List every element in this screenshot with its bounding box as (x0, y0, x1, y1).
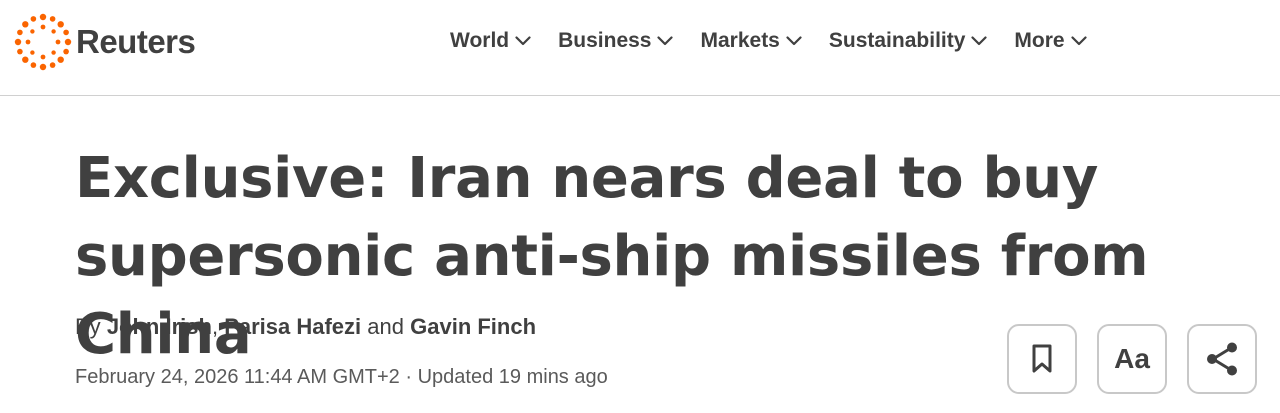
dateline-separator: · (405, 366, 413, 388)
chevron-down-icon (515, 36, 531, 46)
nav-item-markets[interactable]: Markets (700, 29, 802, 53)
author-link-parisa-hafezi[interactable]: Parisa Hafezi (224, 314, 361, 339)
nav-label: Business (558, 29, 652, 52)
article-tools: Aa (1007, 324, 1257, 394)
nav-label: Markets (700, 29, 780, 52)
byline-separator: , (211, 314, 219, 339)
reuters-logo-icon (14, 13, 72, 71)
author-link-gavin-finch[interactable]: Gavin Finch (410, 314, 536, 339)
nav-item-business[interactable]: Business (558, 29, 674, 53)
bookmark-icon (1032, 344, 1052, 373)
share-icon (1207, 342, 1237, 376)
bookmark-button[interactable] (1007, 324, 1077, 394)
site-header: Reuters World Business Markets Sustainab… (0, 0, 1280, 96)
nav-label: World (450, 29, 510, 52)
byline: By John Irish, Parisa Hafezi and Gavin F… (75, 314, 536, 340)
chevron-down-icon (1070, 36, 1087, 46)
chevron-down-icon (657, 36, 674, 46)
byline-prefix: By (75, 314, 101, 339)
nav-item-more[interactable]: More (1014, 29, 1087, 53)
author-link-john-irish[interactable]: John Irish (107, 314, 212, 339)
nav-item-world[interactable]: World (450, 29, 531, 53)
main-nav: World Business Markets Sustainability Mo… (450, 26, 1114, 56)
dateline: February 24, 2026 11:44 AM GMT+2 · Updat… (75, 366, 608, 389)
headline-line-2: supersonic anti-ship missiles from China (75, 224, 1149, 367)
reuters-logo[interactable]: Reuters (14, 13, 196, 71)
chevron-down-icon (786, 36, 802, 46)
publish-date: February 24, 2026 11:44 AM GMT+2 (75, 366, 400, 388)
nav-item-sustainability[interactable]: Sustainability (829, 29, 988, 53)
text-size-button[interactable]: Aa (1097, 324, 1167, 394)
logo-wordmark: Reuters (76, 23, 196, 60)
share-button[interactable] (1187, 324, 1257, 394)
headline-line-1: Exclusive: Iran nears deal to buy (75, 146, 1099, 211)
updated-time: Updated 19 mins ago (417, 366, 608, 388)
nav-label: Sustainability (828, 29, 966, 52)
nav-label: More (1014, 29, 1065, 52)
byline-and: and (367, 314, 404, 339)
text-size-label: Aa (1114, 343, 1150, 374)
chevron-down-icon (971, 36, 988, 46)
